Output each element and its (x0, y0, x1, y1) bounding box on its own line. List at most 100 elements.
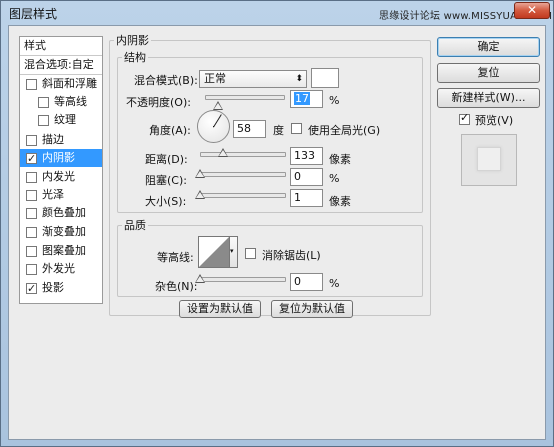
angle-unit: 度 (273, 124, 284, 137)
angle-input[interactable]: 58 (233, 120, 266, 138)
noise-slider-thumb[interactable] (195, 274, 205, 283)
noise-label: 杂色(N): (155, 280, 198, 293)
style-item-checkbox[interactable] (26, 227, 37, 238)
opacity-label: 不透明度(O): (126, 96, 191, 109)
style-list-header-label: 样式 (24, 39, 46, 52)
dropdown-arrow-icon: ▾ (230, 247, 234, 255)
angle-dial[interactable] (197, 110, 230, 143)
window-title: 图层样式 (9, 7, 58, 21)
antialias-checkbox[interactable] (245, 248, 256, 259)
distance-label: 距离(D): (145, 153, 188, 166)
reset-button[interactable]: 复位 (437, 63, 540, 83)
opacity-value: 17 (294, 92, 310, 105)
style-item-label: 图案叠加 (42, 244, 86, 257)
choke-slider-track[interactable] (200, 172, 286, 177)
style-item-label: 等高线 (54, 95, 87, 108)
inner-shadow-title: 内阴影 (116, 34, 149, 47)
style-item[interactable]: 内阴影 (20, 149, 102, 168)
reset-default-button[interactable]: 复位为默认值 (271, 300, 353, 318)
style-item-checkbox[interactable] (26, 150, 37, 168)
blend-options-item[interactable]: 混合选项:自定 (20, 56, 102, 75)
close-button[interactable]: ✕ (514, 2, 550, 19)
style-list-header[interactable]: 样式 (20, 37, 102, 56)
size-unit: 像素 (329, 195, 351, 208)
distance-slider-track[interactable] (200, 152, 286, 157)
global-light-label: 使用全局光(G) (308, 124, 381, 137)
style-item-checkbox[interactable] (26, 264, 37, 275)
style-item[interactable]: 纹理 (20, 111, 102, 129)
style-item[interactable]: 内发光 (20, 168, 102, 186)
style-item-checkbox[interactable] (38, 115, 49, 126)
style-item[interactable]: 光泽 (20, 186, 102, 204)
style-item-checkbox[interactable] (26, 246, 37, 257)
contour-label: 等高线: (157, 251, 194, 264)
style-item-checkbox[interactable] (26, 135, 37, 146)
contour-picker[interactable] (198, 236, 230, 268)
ok-button[interactable]: 确定 (437, 37, 540, 57)
style-item[interactable]: 等高线 (20, 93, 102, 111)
opacity-slider-thumb[interactable] (213, 101, 224, 110)
close-icon: ✕ (526, 3, 538, 17)
opacity-unit: % (329, 94, 340, 107)
size-label: 大小(S): (145, 195, 187, 208)
preview-swatch (461, 134, 517, 186)
style-item-checkbox[interactable] (38, 97, 49, 108)
choke-unit: % (329, 172, 340, 185)
updown-arrow-icon: ⬍ (295, 74, 303, 84)
new-style-button[interactable]: 新建样式(W)... (437, 88, 540, 108)
size-slider-thumb[interactable] (195, 190, 206, 199)
noise-input[interactable]: 0 (290, 273, 323, 291)
style-item-label: 纹理 (54, 113, 76, 126)
choke-slider-thumb[interactable] (195, 169, 205, 178)
style-item-checkbox[interactable] (26, 208, 37, 219)
style-item-checkbox[interactable] (26, 280, 37, 298)
style-item-checkbox[interactable] (26, 79, 37, 90)
style-item-checkbox[interactable] (26, 172, 37, 183)
style-item[interactable]: 外发光 (20, 260, 102, 278)
angle-label: 角度(A): (149, 124, 191, 137)
angle-dial-needle (213, 114, 222, 128)
make-default-button[interactable]: 设置为默认值 (179, 300, 261, 318)
style-list: 样式 混合选项:自定 斜面和浮雕等高线纹理描边内阴影内发光光泽颜色叠加渐变叠加图… (19, 36, 103, 304)
blend-mode-value: 正常 (204, 72, 226, 85)
quality-title: 品质 (124, 219, 146, 232)
style-item-label: 渐变叠加 (42, 225, 86, 238)
style-item-checkbox[interactable] (26, 190, 37, 201)
global-light-checkbox[interactable] (291, 123, 302, 134)
style-item-label: 颜色叠加 (42, 206, 86, 219)
blend-mode-label: 混合模式(B): (134, 74, 198, 87)
contour-dropdown-button[interactable]: ▾ (230, 236, 238, 268)
check-icon: ✓ (460, 111, 470, 124)
opacity-slider-track[interactable] (205, 95, 285, 100)
layer-style-dialog: 图层样式 思缘设计论坛 www.MISSYUAN.COM ✕ 样式 混合选项:自… (0, 0, 554, 447)
shadow-color-swatch[interactable] (311, 68, 339, 88)
blend-options-label: 混合选项:自定 (24, 58, 94, 71)
antialias-label: 消除锯齿(L) (262, 249, 321, 262)
style-item-label: 内阴影 (42, 151, 75, 164)
distance-unit: 像素 (329, 153, 351, 166)
style-item-label: 光泽 (42, 188, 64, 201)
style-item[interactable]: 渐变叠加 (20, 223, 102, 241)
opacity-input[interactable]: 17 (290, 90, 323, 108)
style-item[interactable]: 斜面和浮雕 (20, 75, 102, 93)
dialog-body: 样式 混合选项:自定 斜面和浮雕等高线纹理描边内阴影内发光光泽颜色叠加渐变叠加图… (8, 25, 546, 440)
noise-slider-track[interactable] (200, 277, 286, 282)
preview-label: 预览(V) (475, 114, 514, 127)
title-bar[interactable]: 图层样式 思缘设计论坛 www.MISSYUAN.COM ✕ (1, 1, 553, 25)
style-item[interactable]: 投影 (20, 279, 102, 298)
distance-slider-thumb[interactable] (217, 148, 228, 157)
style-item[interactable]: 描边 (20, 131, 102, 149)
size-slider-track[interactable] (200, 193, 286, 198)
style-item[interactable]: 图案叠加 (20, 242, 102, 260)
choke-input[interactable]: 0 (290, 168, 323, 186)
size-input[interactable]: 1 (290, 189, 323, 207)
choke-label: 阻塞(C): (145, 174, 187, 187)
style-item[interactable]: 颜色叠加 (20, 204, 102, 222)
distance-input[interactable]: 133 (290, 147, 323, 165)
preview-checkbox[interactable]: ✓ (459, 111, 470, 125)
preview-thumbnail (477, 147, 501, 171)
style-item-label: 投影 (42, 281, 64, 294)
blend-mode-select[interactable]: 正常 ⬍ (199, 70, 307, 88)
noise-unit: % (329, 277, 340, 290)
linear-contour-icon (199, 237, 229, 267)
